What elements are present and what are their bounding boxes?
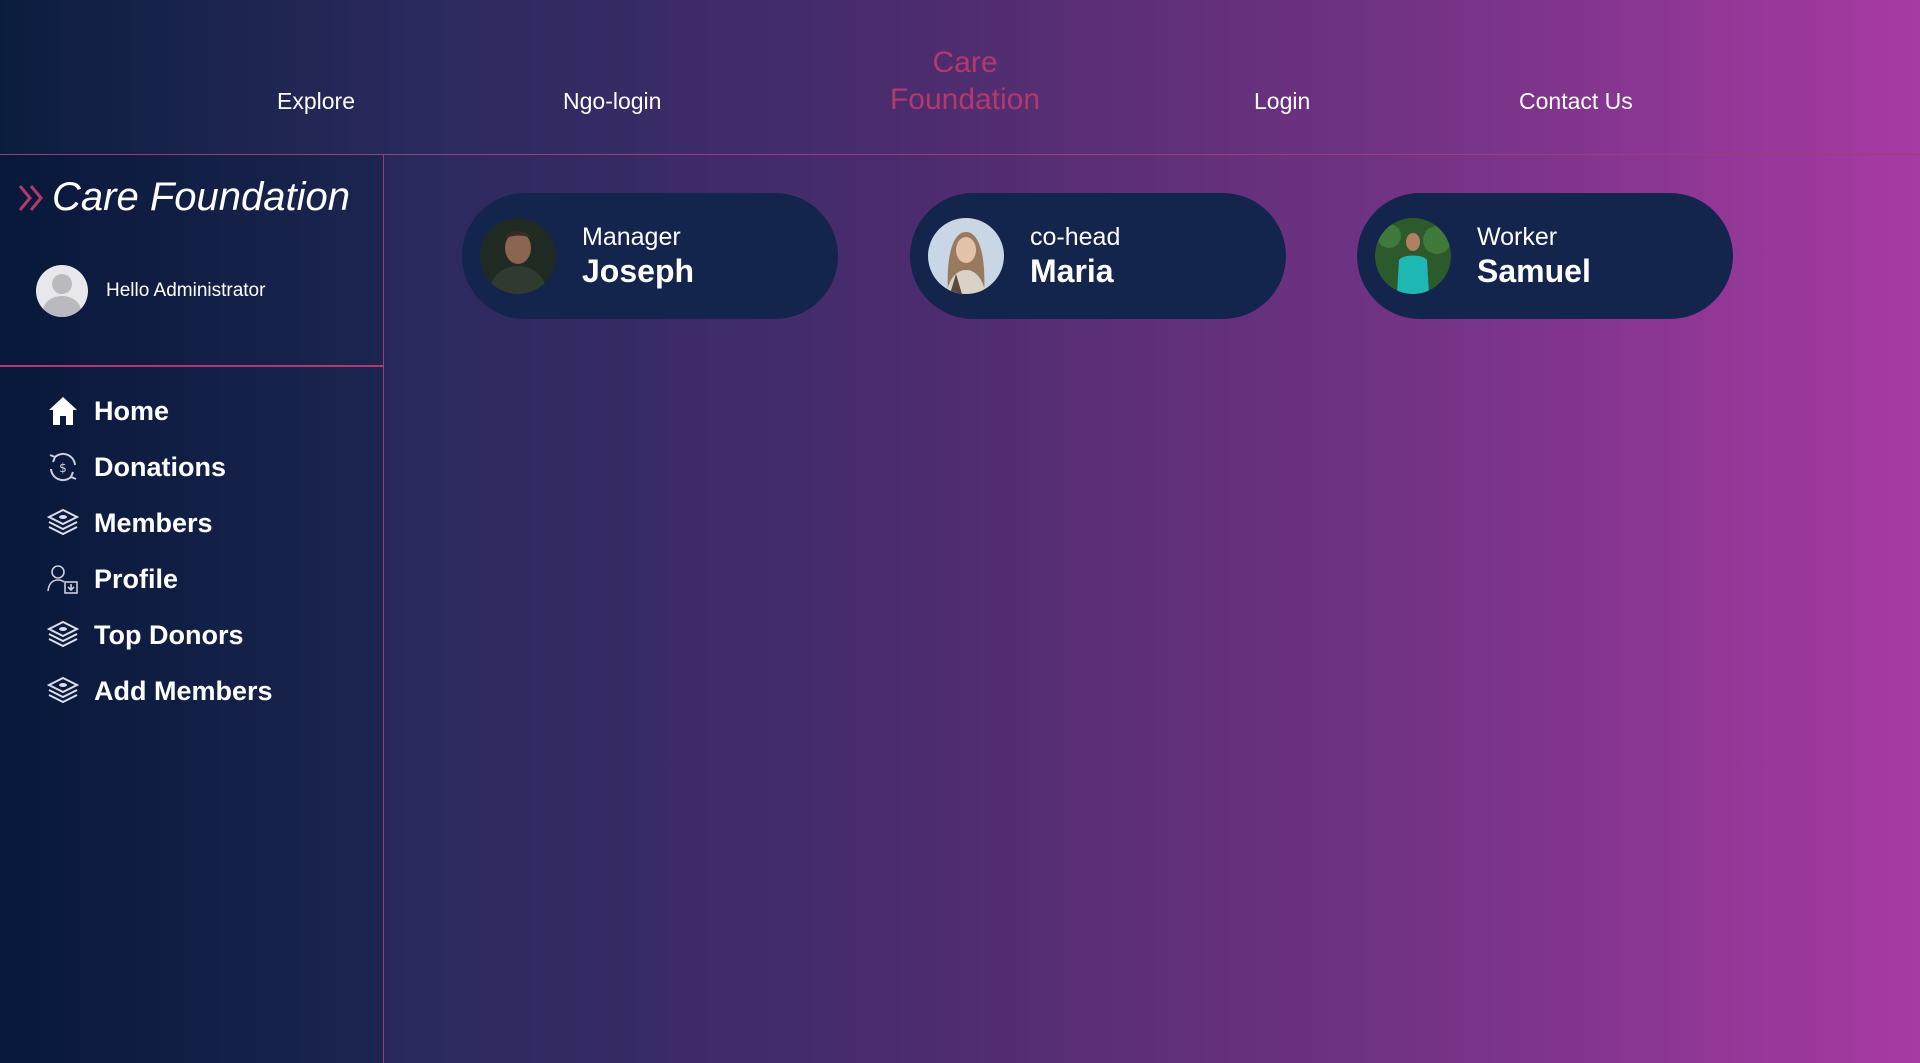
member-role: Manager — [582, 223, 681, 251]
member-photo — [480, 218, 556, 294]
sidebar-item-top-donors[interactable]: Top Donors — [46, 607, 273, 663]
sidebar-item-label: Profile — [94, 563, 179, 594]
member-card-worker[interactable]: Worker Samuel — [1357, 193, 1733, 319]
navbar-brand-line-2: Foundation — [889, 83, 1041, 116]
member-photo — [928, 218, 1004, 294]
money-stack-icon — [46, 674, 80, 708]
double-chevron-icon — [18, 184, 43, 211]
sidebar-brand-text: Care Foundation — [52, 175, 350, 219]
admin-profile: Hello Administrator — [36, 265, 265, 317]
member-name: Maria — [1030, 253, 1114, 289]
sidebar-item-donations[interactable]: $ Donations — [46, 439, 273, 495]
member-card-manager[interactable]: Manager Joseph — [462, 193, 838, 319]
user-download-icon — [46, 562, 80, 596]
sidebar-brand[interactable]: Care Foundation — [18, 175, 350, 220]
navbar-brand[interactable]: Care Foundation — [878, 44, 1052, 118]
nav-link-explore[interactable]: Explore — [277, 88, 355, 115]
svg-text:$: $ — [59, 461, 67, 475]
member-name: Samuel — [1477, 253, 1591, 289]
sidebar-item-label: Donations — [94, 451, 226, 482]
sidebar-item-profile[interactable]: Profile — [46, 551, 273, 607]
nav-link-login[interactable]: Login — [1254, 88, 1310, 115]
home-icon — [46, 394, 80, 428]
sidebar-header: Care Foundation Hello Administrator — [0, 155, 383, 367]
sidebar-menu: Home $ Donations Members Profile Top Don… — [46, 383, 273, 719]
member-card-cohead[interactable]: co-head Maria — [910, 193, 1286, 319]
avatar — [36, 265, 88, 317]
navbar-brand-line-1: Care — [932, 46, 998, 79]
sidebar-item-home[interactable]: Home — [46, 383, 273, 439]
member-name: Joseph — [582, 253, 695, 289]
nav-link-ngo-login[interactable]: Ngo-login — [563, 88, 661, 115]
sidebar-item-label: Add Members — [94, 675, 273, 706]
sidebar-item-label: Members — [94, 507, 213, 538]
sidebar: Care Foundation Hello Administrator Home — [0, 155, 384, 1063]
donation-cycle-icon: $ — [46, 450, 80, 484]
admin-greeting: Hello Administrator — [106, 280, 266, 301]
sidebar-item-label: Home — [94, 395, 170, 426]
sidebar-item-add-members[interactable]: Add Members — [46, 663, 273, 719]
member-photo — [1375, 218, 1451, 294]
nav-link-contact-us[interactable]: Contact Us — [1519, 88, 1633, 115]
sidebar-item-members[interactable]: Members — [46, 495, 273, 551]
top-navbar: Explore Ngo-login Care Foundation Login … — [0, 0, 1920, 155]
money-stack-icon — [46, 506, 80, 540]
sidebar-item-label: Top Donors — [94, 619, 244, 650]
money-stack-icon — [46, 618, 80, 652]
member-role: Worker — [1477, 223, 1558, 251]
member-role: co-head — [1030, 223, 1121, 251]
